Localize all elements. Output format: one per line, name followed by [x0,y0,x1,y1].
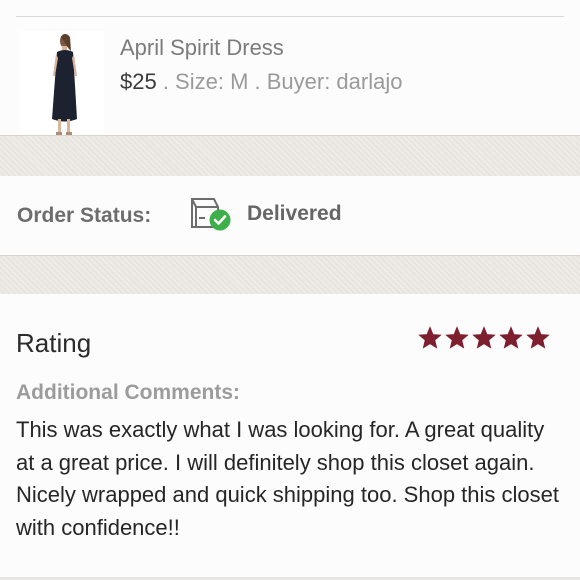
listing-details: $25 . Size: M . Buyer: darlajo [120,69,402,95]
order-status-label: Order Status: [17,204,152,227]
listing-card[interactable]: April Spirit Dress $25 . Size: M . Buyer… [0,17,580,139]
listing-size-buyer: . Size: M . Buyer: darlajo [156,69,403,94]
star-filled-icon [472,326,496,349]
package-delivered-icon [188,193,232,233]
section-separator [0,135,580,177]
product-thumbnail[interactable] [20,31,104,139]
star-filled-icon [445,326,469,349]
star-filled-icon [526,326,550,349]
order-status-row: Order Status: Delivered [0,176,580,254]
star-rating [418,326,550,350]
rating-title: Rating [16,328,92,358]
star-filled-icon [418,326,442,349]
section-separator [0,255,580,295]
listing-price: $25 [120,69,157,94]
rating-section: Rating Additional Comments: This was exa… [0,294,580,580]
listing-title[interactable]: April Spirit Dress [120,35,284,61]
comments-label: Additional Comments: [16,381,240,404]
star-filled-icon [499,326,523,349]
order-status-value: Delivered [247,202,342,225]
comments-text: This was exactly what I was looking for.… [16,417,559,540]
